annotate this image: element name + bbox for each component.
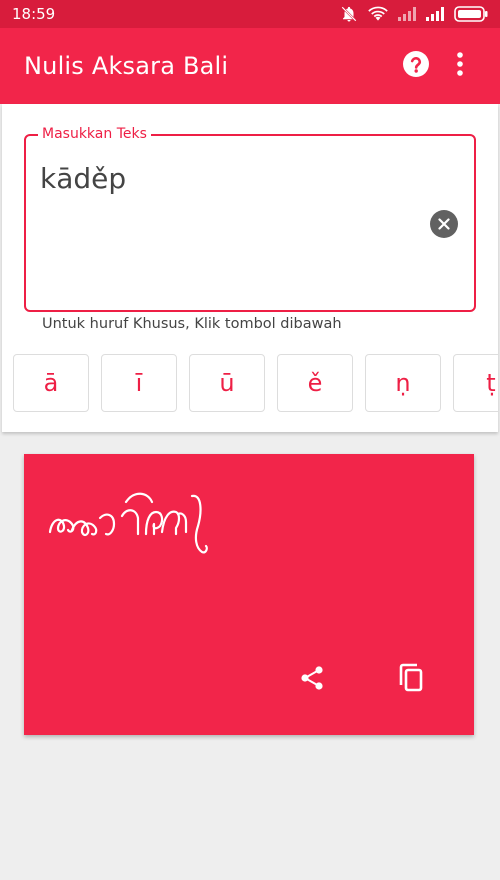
input-panel: Masukkan Teks kāděp Untuk huruf Khusus, … [2, 104, 498, 432]
signal-icon [426, 7, 444, 21]
balinese-script-output [48, 492, 208, 554]
wifi-icon [368, 6, 388, 22]
balinese-output-card [24, 454, 474, 735]
special-key-t-dot[interactable]: ṭ [453, 354, 498, 412]
more-vert-icon [456, 51, 464, 81]
special-keys-row: ā ī ū ě ṇ ṭ [13, 354, 498, 412]
special-key-i-macron[interactable]: ī [101, 354, 177, 412]
status-time: 18:59 [12, 5, 56, 23]
app-bar: Nulis Aksara Bali [0, 28, 500, 104]
copy-icon [397, 663, 425, 697]
share-icon [298, 664, 326, 696]
special-key-e-caron[interactable]: ě [277, 354, 353, 412]
help-icon [402, 50, 430, 82]
share-button[interactable] [292, 660, 332, 700]
input-label: Masukkan Teks [38, 125, 151, 143]
app-title: Nulis Aksara Bali [24, 52, 229, 80]
signal-icon [398, 7, 416, 21]
status-icons [340, 5, 488, 23]
close-icon [438, 215, 450, 234]
help-button[interactable] [394, 44, 438, 88]
input-value[interactable]: kāděp [40, 162, 126, 195]
status-bar: 18:59 [0, 0, 500, 28]
battery-icon [454, 6, 488, 22]
clear-input-button[interactable] [430, 210, 458, 238]
text-input-field[interactable]: Masukkan Teks kāděp [24, 125, 476, 312]
copy-button[interactable] [391, 660, 431, 700]
special-key-a-macron[interactable]: ā [13, 354, 89, 412]
more-options-button[interactable] [438, 44, 482, 88]
input-helper-text: Untuk huruf Khusus, Klik tombol dibawah [42, 316, 342, 332]
notifications-off-icon [340, 5, 358, 23]
special-key-u-macron[interactable]: ū [189, 354, 265, 412]
special-key-n-dot[interactable]: ṇ [365, 354, 441, 412]
